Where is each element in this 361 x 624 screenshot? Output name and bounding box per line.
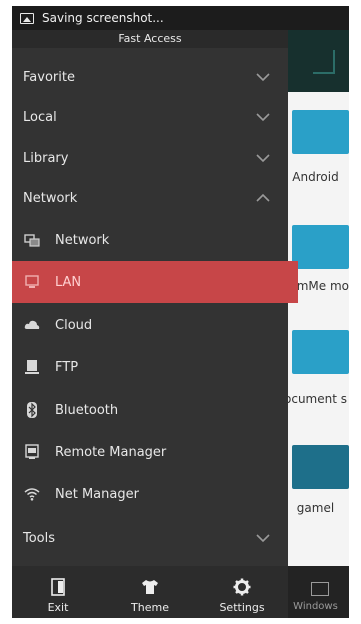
folder-android[interactable]: [292, 110, 349, 154]
background-toolbar: [287, 30, 349, 92]
bluetooth-icon: [24, 402, 40, 418]
section-library[interactable]: Library: [12, 137, 288, 179]
section-label-network: Network: [23, 190, 78, 206]
windows-icon[interactable]: [311, 582, 329, 596]
navigation-drawer: Fast Access Favorite Local Library Netwo…: [12, 30, 298, 566]
drawer-item-bluetooth[interactable]: Bluetooth: [12, 389, 288, 431]
drawer-item-label: Network: [55, 232, 110, 248]
drawer-item-cloud[interactable]: Cloud: [12, 304, 288, 346]
screenshot-icon: [20, 12, 34, 24]
drawer-item-remote-manager[interactable]: Remote Manager: [12, 431, 288, 473]
network-icon: [24, 232, 40, 248]
server-icon: [24, 359, 40, 375]
drawer-item-ftp[interactable]: FTP: [12, 346, 288, 388]
folder-label-gameloft: gamel: [296, 501, 335, 515]
drawer-item-label: LAN: [55, 274, 82, 290]
exit-icon: [51, 576, 65, 598]
wifi-icon: [24, 486, 40, 502]
theme-button[interactable]: Theme: [110, 576, 190, 618]
monitor-icon: [24, 274, 40, 290]
folder-label-android: Android: [292, 170, 339, 184]
grid-icon: [313, 50, 335, 74]
gear-icon: [233, 576, 251, 598]
section-label-local: Local: [23, 109, 57, 125]
drawer-item-label: Cloud: [55, 317, 93, 333]
section-tools[interactable]: Tools: [12, 517, 288, 559]
settings-button[interactable]: Settings: [202, 576, 282, 618]
drawer-item-lan[interactable]: LAN: [12, 261, 298, 303]
section-local[interactable]: Local: [12, 96, 288, 138]
cloud-icon: [24, 317, 40, 333]
folder-documents[interactable]: [292, 330, 349, 374]
device-screen: Saving screenshot... Android eamMe mo oc…: [12, 6, 349, 618]
drawer-header: Fast Access: [12, 30, 288, 48]
drawer-bottom-bar: Exit Theme Settings: [12, 566, 288, 618]
drawer-item-network[interactable]: Network: [12, 219, 288, 261]
windows-label: Windows: [293, 601, 338, 612]
chevron-down-icon: [256, 153, 270, 163]
chevron-down-icon: [256, 533, 270, 543]
chevron-up-icon: [256, 193, 270, 203]
section-network[interactable]: Network: [12, 177, 288, 219]
settings-label: Settings: [219, 601, 265, 614]
drawer-item-label: Net Manager: [55, 486, 139, 502]
chevron-down-icon: [256, 112, 270, 122]
exit-label: Exit: [47, 601, 69, 614]
chevron-down-icon: [256, 72, 270, 82]
drawer-item-label: Bluetooth: [55, 402, 119, 418]
folder-dreamemo[interactable]: [292, 225, 349, 269]
status-bar: Saving screenshot...: [12, 6, 349, 30]
tshirt-icon: [141, 576, 159, 598]
folder-label-documents: ocument s: [284, 392, 347, 406]
section-label-favorite: Favorite: [23, 69, 75, 85]
section-label-tools: Tools: [23, 530, 56, 546]
drawer-item-net-manager[interactable]: Net Manager: [12, 473, 288, 515]
status-notification: Saving screenshot...: [42, 11, 164, 25]
remote-icon: [24, 444, 40, 460]
drawer-item-label: FTP: [55, 359, 79, 375]
drawer-item-label: Remote Manager: [55, 444, 167, 460]
section-favorite[interactable]: Favorite: [12, 56, 288, 98]
exit-button[interactable]: Exit: [18, 576, 98, 618]
theme-label: Theme: [131, 601, 169, 614]
section-label-library: Library: [23, 150, 69, 166]
folder-gameloft[interactable]: [292, 445, 349, 489]
